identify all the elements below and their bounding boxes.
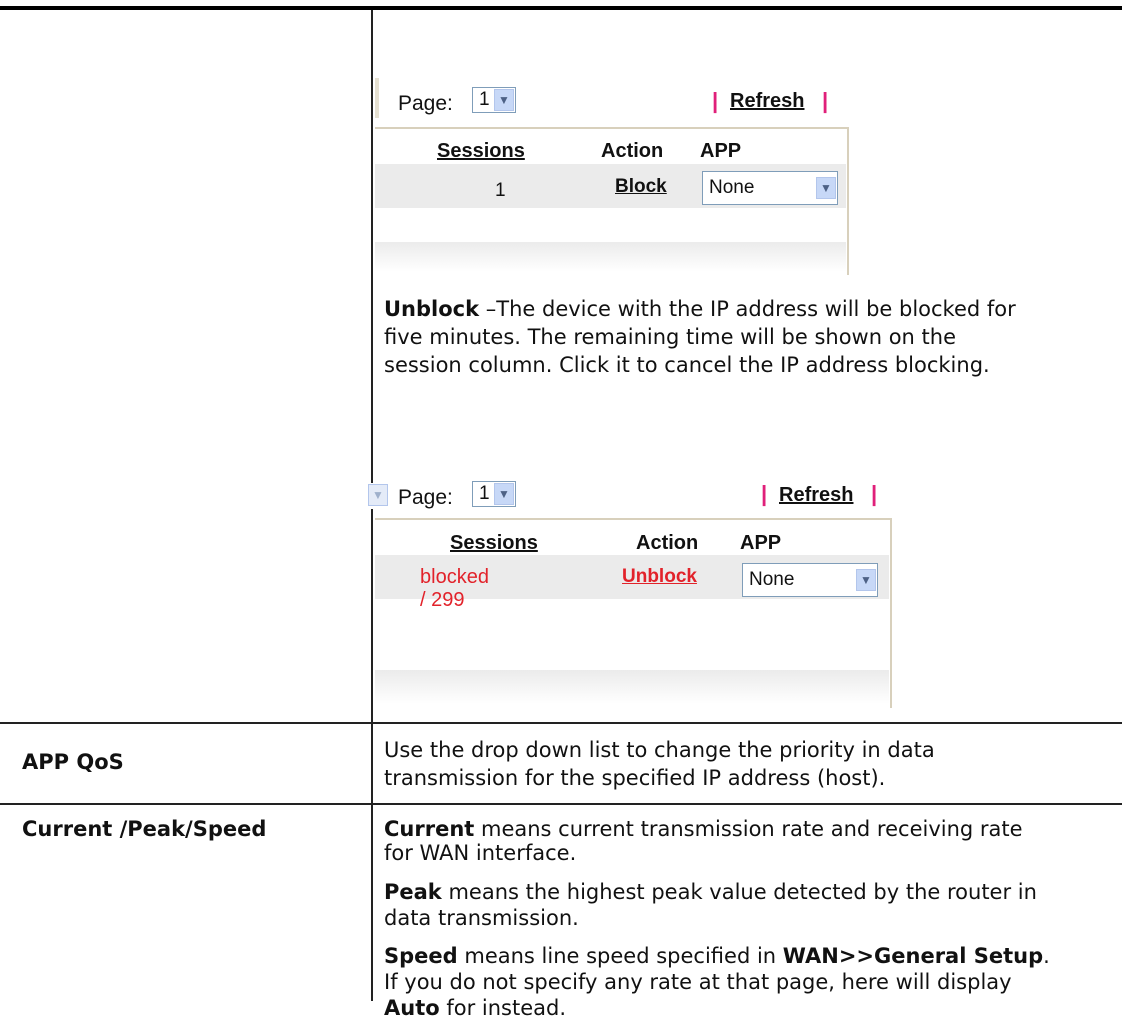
unblock-link[interactable]: Unblock — [622, 566, 697, 588]
current-term: Current — [384, 817, 475, 841]
separator-bar: | — [871, 481, 878, 506]
current-description-line: for WAN interface. — [384, 841, 577, 865]
unblock-term: Unblock — [384, 297, 480, 321]
frame-line — [847, 127, 849, 275]
top-rule — [0, 6, 1122, 10]
speed-description-line: If you do not specify any rate at that p… — [384, 970, 1012, 994]
frame-line — [375, 518, 892, 520]
table-row — [375, 242, 846, 272]
row-label-app-qos: APP QoS — [22, 750, 124, 774]
sessions-value: 1 — [495, 180, 506, 201]
refresh-link[interactable]: Refresh — [730, 90, 804, 113]
refresh-link[interactable]: Refresh — [779, 484, 853, 507]
speed-term: Speed — [384, 944, 458, 968]
chevron-down-icon: ▼ — [816, 177, 836, 199]
page-select-value: 1 — [479, 483, 490, 504]
separator-bar: | — [761, 481, 768, 506]
col-sessions[interactable]: Sessions — [437, 140, 525, 163]
col-action: Action — [601, 140, 664, 162]
text-run: –The device with the IP address will be … — [479, 297, 1016, 321]
chevron-down-icon: ▼ — [494, 89, 514, 111]
text-run: means current transmission rate and rece… — [474, 817, 1023, 841]
row-divider — [0, 722, 1122, 724]
app-qos-description: Use the drop down list to change the pri… — [384, 738, 935, 762]
page-select[interactable]: 1 ▼ — [472, 481, 516, 507]
current-description: Current means current transmission rate … — [384, 816, 1023, 842]
sessions-blocked-value: blocked / 299 — [420, 566, 489, 611]
speed-description: Speed means line speed specified in WAN>… — [384, 943, 1050, 969]
text-run: . — [1043, 944, 1050, 968]
chevron-down-icon: ▼ — [368, 484, 388, 506]
peak-term: Peak — [384, 880, 442, 904]
app-qos-description: transmission for the specified IP addres… — [384, 766, 886, 790]
peak-description: Peak means the highest peak value detect… — [384, 879, 1037, 905]
chevron-down-icon: ▼ — [856, 569, 876, 591]
wan-general-setup-path: WAN>>General Setup — [782, 944, 1044, 968]
col-action: Action — [636, 532, 699, 554]
qos-select-value: None — [749, 569, 795, 590]
unblock-description: Unblock –The device with the IP address … — [384, 296, 1016, 322]
block-link[interactable]: Block — [615, 176, 667, 198]
qos-select-value: None — [709, 177, 755, 198]
unblock-description-line: five minutes. The remaining time will be… — [384, 325, 957, 349]
page-select[interactable]: 1 ▼ — [472, 87, 516, 113]
text-run: means line speed specified in — [457, 944, 783, 968]
qos-select[interactable]: None ▼ — [702, 171, 838, 205]
separator-bar: | — [712, 88, 719, 113]
separator-bar: | — [822, 88, 829, 113]
auto-description: Auto for instead. — [384, 995, 566, 1021]
page-label: Page: — [398, 486, 453, 509]
frame-line — [375, 78, 379, 118]
chevron-down-icon: ▼ — [494, 483, 514, 505]
unblock-description-line: session column. Click it to cancel the I… — [384, 353, 990, 377]
partial-select: ▼ — [368, 483, 388, 509]
row-label-current-peak-speed: Current /Peak/Speed — [22, 817, 267, 841]
table-row — [375, 670, 889, 704]
auto-term: Auto — [384, 996, 440, 1020]
col-sessions[interactable]: Sessions — [450, 532, 538, 555]
page-label: Page: — [398, 92, 453, 115]
qos-select[interactable]: None ▼ — [742, 563, 878, 597]
text-run: for instead. — [439, 996, 567, 1020]
peak-description-line: data transmission. — [384, 906, 579, 930]
row-divider — [0, 803, 1122, 805]
frame-line — [375, 127, 849, 129]
text-run: means the highest peak value detected by… — [441, 880, 1037, 904]
frame-line — [890, 518, 892, 708]
page-select-value: 1 — [479, 89, 490, 110]
